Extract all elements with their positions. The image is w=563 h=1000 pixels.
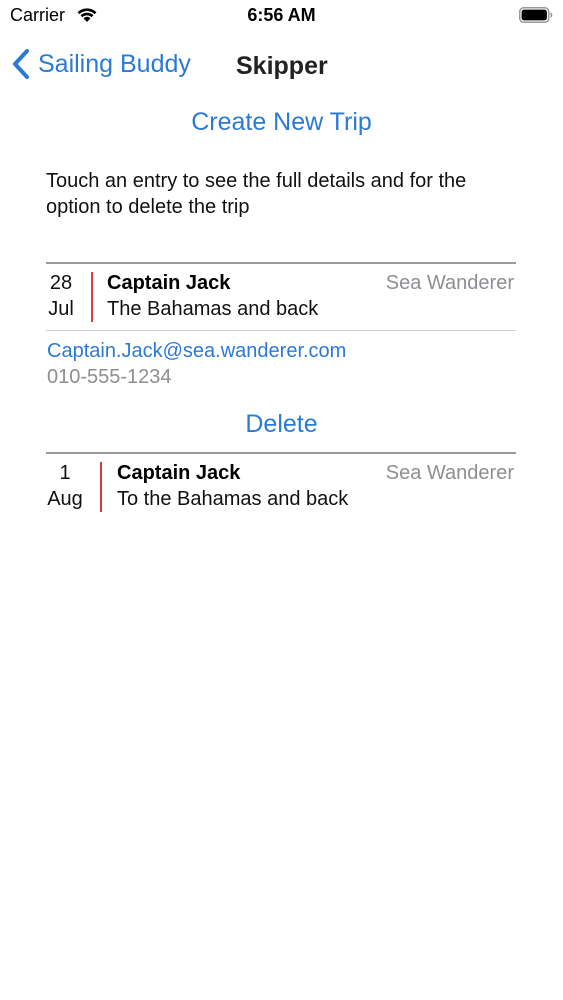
trip-description: To the Bahamas and back — [117, 488, 349, 510]
create-new-trip-button[interactable]: Create New Trip — [0, 108, 563, 137]
trip-boat-name: Sea Wanderer — [385, 272, 514, 294]
skipper-screen: Carrier 6:56 AM Sailing Buddy Skipper Cr… — [0, 0, 563, 1000]
trip-skipper-name: Captain Jack — [107, 272, 231, 294]
list-divider — [46, 452, 516, 454]
trip-boat-name: Sea Wanderer — [385, 462, 514, 484]
trip-description: The Bahamas and back — [107, 298, 319, 320]
status-bar: Carrier 6:56 AM — [0, 0, 563, 32]
page-title: Skipper — [236, 52, 328, 80]
phone-number: 010-555-1234 — [47, 366, 172, 388]
trip-row[interactable]: 1 Aug Captain Jack To the Bahamas and ba… — [46, 456, 516, 516]
trip-date-day: 1 — [59, 462, 71, 484]
delete-trip-button[interactable]: Delete — [0, 410, 563, 439]
trip-date-bar — [100, 462, 102, 512]
battery-icon — [519, 7, 553, 23]
trip-date-month: Jul — [48, 298, 74, 320]
trip-date-bar — [91, 272, 93, 322]
back-button-label: Sailing Buddy — [38, 49, 191, 78]
detail-divider — [46, 330, 516, 331]
list-divider — [46, 262, 516, 264]
trip-row[interactable]: 28 Jul Captain Jack The Bahamas and back… — [46, 266, 516, 326]
status-time: 6:56 AM — [247, 5, 316, 25]
trip-skipper-name: Captain Jack — [117, 462, 241, 484]
trip-date-month: Aug — [47, 488, 83, 510]
navigation-bar: Sailing Buddy Skipper — [0, 40, 563, 88]
trip-date-day: 28 — [49, 272, 73, 294]
email-link[interactable]: Captain.Jack@sea.wanderer.com — [47, 340, 346, 363]
back-button[interactable]: Sailing Buddy — [10, 46, 191, 82]
chevron-left-icon — [13, 49, 29, 79]
instructions-text: Touch an entry to see the full details a… — [46, 170, 467, 218]
